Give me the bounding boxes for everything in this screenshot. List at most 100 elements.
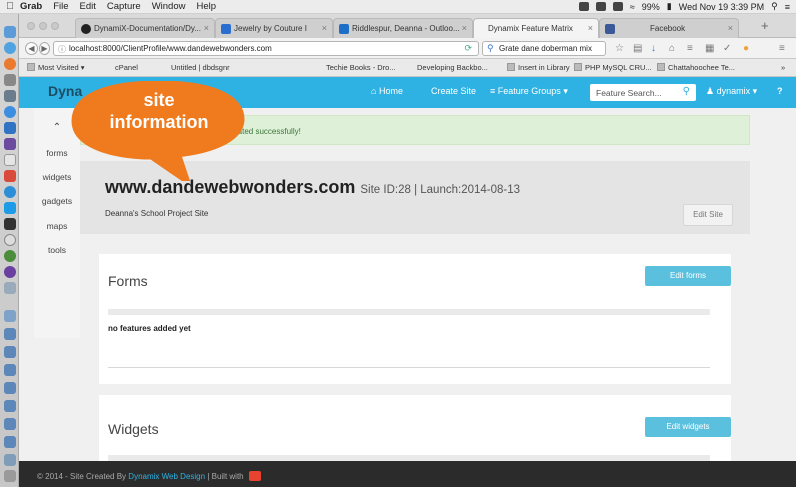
site-identity-icon[interactable]: ⓘ	[58, 44, 66, 55]
close-tab-icon[interactable]: ×	[728, 23, 733, 33]
finder-icon[interactable]	[4, 26, 16, 38]
close-tab-icon[interactable]: ×	[322, 23, 327, 33]
firefox-icon[interactable]	[4, 58, 16, 70]
battery-percent[interactable]: 99%	[642, 2, 660, 12]
document-icon[interactable]	[4, 346, 16, 358]
home-icon[interactable]: ⌂	[669, 43, 675, 54]
sidebar-item-tools[interactable]: tools	[34, 245, 80, 255]
addon-icon[interactable]: ●	[743, 43, 749, 54]
bookmark-item[interactable]: Techie Books - Dro...	[326, 63, 396, 72]
close-tab-icon[interactable]: ×	[204, 23, 209, 33]
menu-help[interactable]: Help	[196, 1, 216, 12]
nav-create-site[interactable]: Create Site	[431, 86, 476, 96]
edit-site-button[interactable]: Edit Site	[683, 204, 733, 226]
footer-text: | Built with	[207, 472, 244, 481]
tab-label: Dynamix Feature Matrix	[488, 24, 573, 33]
mac-menu-bar:  Grab File Edit Capture Window Help ≈ 9…	[0, 0, 796, 14]
document-icon[interactable]	[4, 364, 16, 376]
app-icon[interactable]	[4, 170, 16, 182]
nav-feature-groups[interactable]: ≡ Feature Groups ▾	[490, 86, 568, 97]
browser-tab-active[interactable]: Dynamix Feature Matrix ×	[473, 18, 599, 38]
app-icon[interactable]	[4, 74, 16, 86]
back-button[interactable]: ◀	[25, 42, 38, 55]
bookmark-item[interactable]: Developing Backbo...	[417, 63, 488, 72]
forward-button[interactable]: ▶	[39, 42, 50, 55]
bookmark-item[interactable]: Untitled | dbdsgnr	[171, 63, 230, 72]
close-tab-icon[interactable]: ×	[588, 23, 593, 33]
app-icon[interactable]	[4, 90, 16, 102]
document-icon[interactable]	[4, 418, 16, 430]
wifi-icon[interactable]: ≈	[630, 2, 635, 12]
edit-forms-button[interactable]: Edit forms	[645, 266, 731, 286]
spotlight-icon[interactable]: ⚲	[771, 1, 778, 12]
sidebar-item-maps[interactable]: maps	[34, 221, 80, 231]
menu-app-name[interactable]: Grab	[20, 1, 42, 12]
address-bar[interactable]: ⓘ localhost:8000/ClientProfile/www.dande…	[53, 41, 479, 56]
calendar-icon[interactable]	[4, 154, 16, 166]
app-icon[interactable]	[4, 122, 16, 134]
close-tab-icon[interactable]: ×	[462, 23, 467, 33]
nav-home[interactable]: ⌂ Home	[371, 86, 403, 96]
menu-edit[interactable]: Edit	[80, 1, 96, 12]
menu-window[interactable]: Window	[152, 1, 186, 12]
terminal-icon[interactable]	[4, 218, 16, 230]
browser-tab[interactable]: DynamiX-Documentation/Dy... ×	[75, 18, 215, 38]
apple-icon[interactable]: 	[0, 1, 20, 12]
bookmarks-overflow-icon[interactable]: »	[781, 63, 785, 72]
app-icon[interactable]	[4, 138, 16, 150]
download-icon[interactable]: ↓	[651, 43, 656, 54]
menu-icon[interactable]: ≡	[779, 43, 785, 54]
user-menu[interactable]: ♟ dynamix ▾	[706, 86, 757, 97]
menu-file[interactable]: File	[53, 1, 68, 12]
clock[interactable]: Wed Nov 19 3:39 PM	[679, 2, 764, 12]
bookmark-item[interactable]: cPanel	[115, 63, 138, 72]
help-icon[interactable]: ?	[777, 86, 783, 96]
app-icon[interactable]	[4, 186, 16, 198]
status-icon[interactable]	[612, 2, 623, 11]
document-icon[interactable]	[4, 436, 16, 448]
battery-icon[interactable]: ▮	[667, 1, 672, 12]
search-bar[interactable]: ⚲ Grate dane doberman mix	[482, 41, 606, 56]
zoom-window-button[interactable]	[51, 22, 59, 30]
close-window-button[interactable]	[27, 22, 35, 30]
browser-tab[interactable]: Facebook ×	[599, 18, 739, 38]
document-icon[interactable]	[4, 328, 16, 340]
edit-widgets-button[interactable]: Edit widgets	[645, 417, 731, 437]
bookmark-item[interactable]: Most Visited ▾	[27, 63, 85, 72]
sync-icon[interactable]: ≡	[687, 43, 693, 54]
status-icon[interactable]	[595, 2, 606, 11]
addon-icon[interactable]: ✓	[723, 43, 731, 54]
app-icon[interactable]	[4, 282, 16, 294]
safari-icon[interactable]	[4, 42, 16, 54]
skype-icon[interactable]	[4, 202, 16, 214]
new-tab-button[interactable]: +	[761, 18, 769, 33]
document-icon[interactable]	[4, 382, 16, 394]
bookmark-item[interactable]: Insert in Library	[507, 63, 570, 72]
minimize-window-button[interactable]	[39, 22, 47, 30]
notification-center-icon[interactable]: ≡	[785, 2, 790, 12]
status-icon[interactable]	[578, 2, 589, 11]
document-icon[interactable]	[4, 400, 16, 412]
document-icon[interactable]	[4, 310, 16, 322]
browser-tab[interactable]: Riddlespur, Deanna - Outloo... ×	[333, 18, 473, 38]
document-icon[interactable]	[4, 454, 16, 466]
trash-icon[interactable]	[4, 470, 16, 482]
search-icon[interactable]: ⚲	[683, 86, 690, 97]
bookmark-item[interactable]: PHP MySQL CRU...	[574, 63, 652, 72]
annotation-line1: site	[143, 90, 175, 110]
menu-capture[interactable]: Capture	[107, 1, 141, 12]
app-icon[interactable]	[4, 106, 16, 118]
bookmark-item[interactable]: Chattahoochee Te...	[657, 63, 735, 72]
addon-icon[interactable]: ▦	[705, 43, 714, 54]
app-icon[interactable]	[4, 266, 16, 278]
reading-list-icon[interactable]: ▤	[633, 43, 642, 54]
browser-tab[interactable]: Jewelry by Couture I ×	[215, 18, 333, 38]
list-icon: ≡	[490, 86, 496, 96]
footer-link[interactable]: Dynamix Web Design	[128, 472, 205, 481]
chrome-icon[interactable]	[4, 250, 16, 262]
reload-icon[interactable]: ⟳	[464, 43, 472, 54]
sidebar-item-gadgets[interactable]: gadgets	[34, 196, 80, 206]
app-icon[interactable]	[4, 234, 16, 246]
star-icon[interactable]: ☆	[615, 43, 624, 54]
feature-search-input[interactable]: Feature Search... ⚲	[590, 84, 696, 101]
